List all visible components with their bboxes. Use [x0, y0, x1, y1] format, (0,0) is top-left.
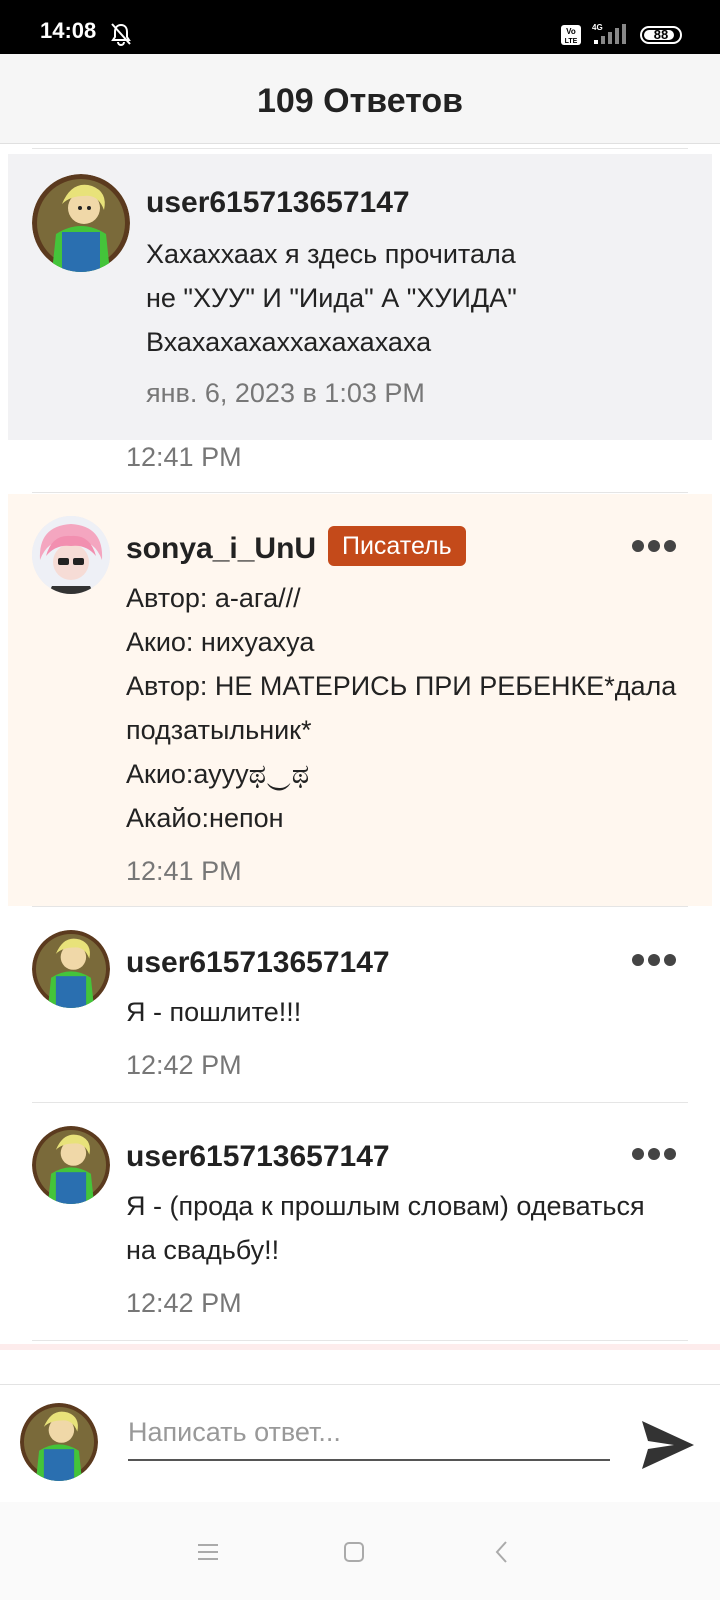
- more-dots-icon[interactable]: [632, 954, 676, 968]
- comment-text: Я - пошлите!!!: [126, 997, 302, 1027]
- username[interactable]: sonya_i_UnU: [126, 532, 316, 566]
- my-avatar: [20, 1403, 98, 1481]
- avatar[interactable]: [32, 930, 110, 1008]
- avatar-image: [32, 174, 130, 272]
- next-item-edge: [0, 1344, 720, 1350]
- avatar-image: [32, 516, 110, 594]
- avatar-image: [20, 1403, 98, 1481]
- divider: [32, 906, 688, 907]
- username[interactable]: user615713657147: [126, 946, 390, 980]
- bell-muted-icon: [111, 23, 131, 46]
- divider: [32, 148, 688, 149]
- header: 109 Ответов: [0, 54, 720, 144]
- status-time: 14:08: [40, 18, 97, 43]
- reply-time: 12:41 PM: [126, 856, 242, 886]
- more-dots-icon[interactable]: [632, 1148, 676, 1162]
- comment-date: янв. 6, 2023 в 1:03 PM: [146, 378, 425, 408]
- reply-input[interactable]: [128, 1405, 610, 1461]
- writer-badge: Писатель: [328, 526, 466, 566]
- volte-icon: Vo LTE: [561, 25, 581, 45]
- battery-icon: 88: [640, 26, 682, 44]
- divider: [32, 492, 688, 493]
- comment-text: Хахаххаах я здесь прочитала не "ХУУ" И "…: [146, 239, 517, 357]
- reply-time: 12:42 PM: [126, 1288, 242, 1318]
- more-dots-icon[interactable]: [632, 540, 676, 554]
- reply-bar: [0, 1384, 720, 1502]
- svg-text:Vo: Vo: [566, 27, 576, 36]
- username[interactable]: user615713657147: [146, 186, 410, 220]
- divider: [32, 1340, 688, 1341]
- divider: [32, 1102, 688, 1103]
- network-label: 4G: [592, 23, 603, 32]
- comment-text: Я - (прода к прошлым словам) одеваться н…: [126, 1191, 645, 1265]
- reply-time: 12:41 PM: [126, 442, 242, 472]
- username[interactable]: user615713657147: [126, 1140, 390, 1174]
- svg-text:LTE: LTE: [565, 38, 578, 45]
- avatar[interactable]: [32, 516, 110, 594]
- system-nav-bar: [0, 1502, 720, 1600]
- menu-icon[interactable]: [194, 1538, 222, 1566]
- status-bar: 14:08 Vo LTE 4G 88: [0, 0, 720, 54]
- reply-time: 12:42 PM: [126, 1050, 242, 1080]
- avatar[interactable]: [32, 1126, 110, 1204]
- back-chevron-icon[interactable]: [488, 1538, 516, 1566]
- avatar-image: [32, 930, 110, 1008]
- avatar-image: [32, 1126, 110, 1204]
- home-square-icon[interactable]: [340, 1538, 368, 1566]
- signal-icon: 4G: [592, 23, 626, 44]
- avatar[interactable]: [32, 174, 130, 272]
- battery-level: 88: [653, 27, 669, 42]
- comment-text: Автор: а-ага/// Акио: нихуахуа Автор: НЕ…: [126, 583, 677, 833]
- replies-list[interactable]: user615713657147 Хахаххаах я здесь прочи…: [0, 144, 720, 1384]
- page-title: 109 Ответов: [256, 82, 464, 120]
- send-icon[interactable]: [640, 1417, 696, 1473]
